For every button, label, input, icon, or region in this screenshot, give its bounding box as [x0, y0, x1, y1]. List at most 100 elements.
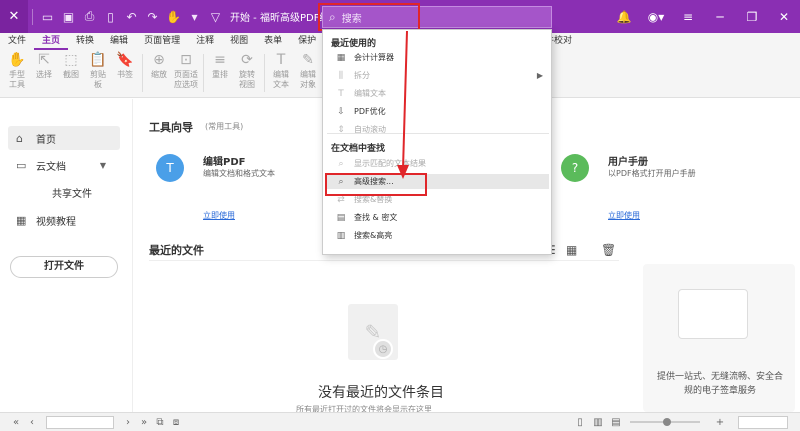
edit-pdf-link[interactable]: 立即使用 [203, 210, 235, 221]
dropdown-divider [327, 133, 549, 134]
tab-5[interactable]: 注释 [188, 33, 222, 50]
chevron-down-icon[interactable]: ▾ [184, 6, 205, 28]
ribbon-tool-6[interactable]: ⊡ 页面适 应选项 [173, 50, 199, 90]
print-icon[interactable]: ⎙ [79, 6, 100, 28]
fit-page-icon: ⊡ [180, 52, 192, 68]
tab-8[interactable]: 保护 [290, 33, 324, 50]
tab-7[interactable]: 表单 [256, 33, 290, 50]
tab-0[interactable]: 文件 [0, 33, 34, 50]
select-icon: ⇱ [38, 52, 50, 68]
new-doc-icon[interactable]: ▯ [100, 6, 121, 28]
undo-icon[interactable]: ↶ [121, 6, 142, 28]
dropdown-item[interactable]: ⫼ 拆分 ▶ [327, 68, 549, 83]
first-page-icon[interactable]: « [8, 417, 24, 428]
ribbon-tool-label: 手型 工具 [9, 70, 25, 89]
nav-home[interactable]: ⌂ 首页 [8, 126, 120, 150]
continuous-page-icon[interactable]: ▥ [590, 417, 606, 428]
fit-width-icon[interactable]: ⧈ [168, 417, 184, 428]
dropdown-item[interactable]: T 编辑文本 [327, 86, 549, 101]
hand-icon: ✋ [8, 52, 26, 68]
prev-page-icon[interactable]: ‹ [24, 417, 40, 428]
zoom-in-icon[interactable]: + [712, 417, 728, 428]
nav-shared-files[interactable]: 共享文件 [8, 180, 120, 204]
zoom-slider-handle[interactable] [663, 418, 671, 426]
tab-2[interactable]: 转换 [68, 33, 102, 50]
dropdown-item[interactable]: ▦ 会计计算器 [327, 50, 549, 65]
ribbon-tool-label: 选择 [36, 70, 52, 79]
user-manual-link[interactable]: 立即使用 [608, 210, 640, 221]
redo-icon[interactable]: ↷ [142, 6, 163, 28]
tools-guide-subtitle: (常用工具) [205, 122, 244, 131]
customize-icon[interactable]: ▽ [205, 6, 226, 28]
trash-icon[interactable]: 🗑 [601, 243, 616, 257]
ribbon-tool-7[interactable]: ≡ 重排 [207, 50, 233, 80]
nav-video-tutorial[interactable]: ▦ 视频教程 [8, 208, 120, 232]
ribbon-tool-label: 页面适 应选项 [174, 70, 198, 89]
ribbon-tool-5[interactable]: ⊕ 缩放 [146, 50, 172, 80]
ribbon-tool-9[interactable]: T 编辑 文本 [268, 50, 294, 90]
dropdown-item[interactable]: ▥ 搜索&高亮 [327, 228, 549, 243]
facing-page-icon[interactable]: ▤ [608, 417, 624, 428]
dropdown-item-label: 高级搜索... [354, 177, 394, 186]
tools-guide-title: 工具向导 [149, 121, 193, 134]
edit-pdf-icon[interactable]: T [156, 154, 184, 182]
dropdown-item[interactable]: ⇩ PDF优化 [327, 104, 549, 119]
bell-icon[interactable]: 🔔 [608, 10, 640, 24]
user-manual-icon[interactable]: ? [561, 154, 589, 182]
page-number-input[interactable] [46, 415, 114, 429]
dropdown-item-label: 拆分 [354, 71, 370, 80]
dropdown-item-label: 编辑文本 [354, 89, 386, 98]
recent-divider [149, 260, 619, 261]
dropdown-item[interactable]: ⇕ 自动滚动 [327, 122, 549, 137]
close-button[interactable]: ✕ [768, 10, 800, 24]
ribbon-divider [203, 54, 204, 92]
dropdown-item[interactable]: ⌕ 高级搜索... [327, 174, 549, 189]
bookmark-icon: 🔖 [116, 52, 134, 68]
hand-tool-icon[interactable]: ✋ [163, 6, 184, 28]
tab-4[interactable]: 页面管理 [136, 33, 188, 50]
dropdown-item[interactable]: ▤ 查找 & 密文 [327, 210, 549, 225]
tab-3[interactable]: 编辑 [102, 33, 136, 50]
ribbon-tool-8[interactable]: ⟳ 旋转 视图 [234, 50, 260, 90]
toolbar-divider [32, 8, 33, 25]
user-manual-title[interactable]: 用户手册 [608, 153, 648, 168]
zoom-level-input[interactable] [738, 416, 788, 429]
next-page-icon[interactable]: › [120, 417, 136, 428]
ribbon-tool-3[interactable]: 📋 剪贴 板 [85, 50, 111, 90]
ribbon-tool-label: 旋转 视图 [239, 70, 255, 89]
ribbon-tool-2[interactable]: ⬚ 截图 [58, 50, 84, 80]
minimize-button[interactable]: ─ [704, 10, 736, 24]
ribbon-tool-4[interactable]: 🔖 书签 [112, 50, 138, 80]
advanced-search-icon: ⌕ [338, 176, 344, 187]
replace-icon: ⇄ [337, 194, 345, 205]
chevron-right-icon: ▶ [536, 71, 543, 80]
nav-cloud-doc[interactable]: ▭ 云文档 ▼ [8, 153, 120, 177]
menu-icon[interactable]: ≡ [672, 10, 704, 24]
restore-button[interactable]: ❐ [736, 10, 768, 24]
search-icon: ⌕ [338, 158, 344, 169]
open-folder-icon[interactable]: ▭ [37, 6, 58, 28]
last-page-icon[interactable]: » [136, 417, 152, 428]
open-file-button[interactable]: 打开文件 [10, 256, 118, 278]
single-page-icon[interactable]: ▯ [572, 417, 588, 428]
ribbon-tool-10[interactable]: ✎ 编辑 对象 [295, 50, 321, 90]
edit-pdf-title[interactable]: 编辑PDF [203, 153, 245, 168]
search-icon: ⌕ [329, 9, 336, 24]
edit-text-icon: T [276, 52, 286, 68]
dropdown-item[interactable]: ⌕ 显示匹配的文本结果 [327, 156, 549, 171]
search-input[interactable]: ⌕ 搜索 [322, 6, 552, 28]
e-signature-promo[interactable]: 提供一站式、无缝流畅、安全合规的电子签章服务 [643, 264, 795, 412]
save-icon[interactable]: ▣ [58, 6, 79, 28]
tab-1[interactable]: 主页 [34, 33, 69, 50]
ribbon-tool-0[interactable]: ✋ 手型 工具 [4, 50, 30, 90]
ribbon-tool-label: 编辑 对象 [300, 70, 316, 89]
nav-shared-files-label: 共享文件 [52, 188, 92, 200]
optimize-icon: ⇩ [337, 106, 345, 117]
account-icon[interactable]: ◉▾ [640, 10, 672, 24]
empty-state-title: 没有最近的文件条目 [318, 385, 444, 401]
dropdown-item[interactable]: ⇄ 搜索&替换 [327, 192, 549, 207]
tab-6[interactable]: 视图 [222, 33, 256, 50]
copy-page-icon[interactable]: ⧉ [152, 417, 168, 428]
grid-view-icon[interactable]: ▦ [566, 243, 577, 257]
ribbon-tool-1[interactable]: ⇱ 选择 [31, 50, 57, 80]
